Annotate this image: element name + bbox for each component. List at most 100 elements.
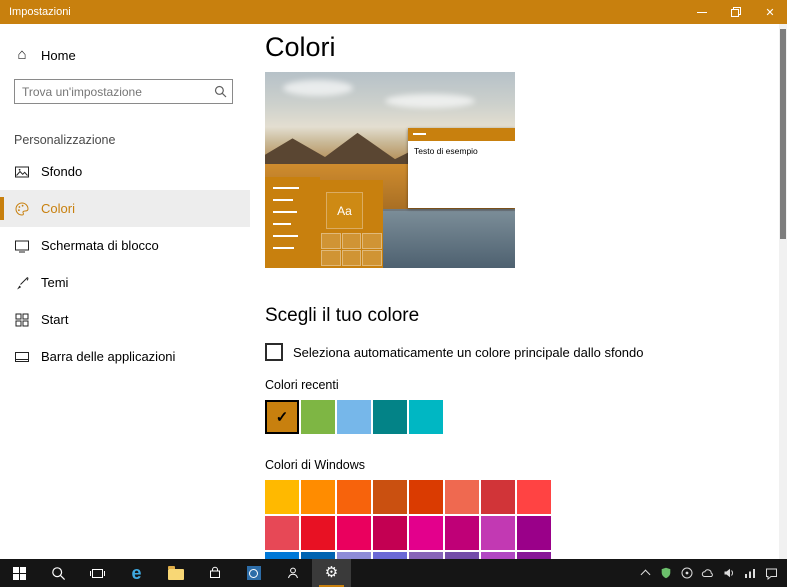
settings-button[interactable]: ⚙ [312,559,351,587]
defender-tray-icon[interactable] [659,566,673,580]
windows-color-swatch-1-4[interactable] [409,516,443,550]
task-view-button[interactable] [78,559,117,587]
network-tray-icon[interactable] [743,566,757,580]
taskbar-icon [14,349,30,365]
windows-color-swatch-1-2[interactable] [337,516,371,550]
lock-screen-icon [14,238,30,254]
home-label: Home [41,47,76,63]
people-button[interactable] [273,559,312,587]
sidebar-item-temi[interactable]: Temi [0,264,250,301]
start-button[interactable] [0,559,39,587]
minimize-button[interactable] [685,0,719,24]
titlebar: Impostazioni ✕ [0,0,787,24]
close-button[interactable]: ✕ [753,0,787,24]
choose-color-heading: Scegli il tuo colore [265,305,420,326]
windows-color-swatch-0-0[interactable] [265,480,299,514]
file-explorer-button[interactable] [156,559,195,587]
sidebar-item-label: Colori [41,201,75,216]
windows-color-swatch-1-3[interactable] [373,516,407,550]
auto-color-row: Seleziona automaticamente un colore prin… [265,343,787,361]
window-controls: ✕ [685,0,787,24]
recent-color-swatch-4[interactable] [409,400,443,434]
sidebar-item-sfondo[interactable]: Sfondo [0,153,250,190]
windows-color-swatch-0-5[interactable] [445,480,479,514]
recent-color-swatch-3[interactable] [373,400,407,434]
onedrive-tray-icon[interactable] [701,566,715,580]
sidebar-item-label: Barra delle applicazioni [41,349,176,364]
windows-color-swatch-2-3[interactable] [373,552,407,559]
sidebar-item-label: Sfondo [41,164,83,179]
windows-color-swatch-2-7[interactable] [517,552,551,559]
recent-colors-row: ✓ [265,400,787,434]
info-tray-icon[interactable] [680,566,694,580]
preview-start-menu [265,177,320,268]
windows-color-swatch-1-0[interactable] [265,516,299,550]
windows-colors-label: Colori di Windows [265,458,366,472]
sidebar-item-schermata-di-blocco[interactable]: Schermata di blocco [0,227,250,264]
windows-color-swatch-0-4[interactable] [409,480,443,514]
windows-color-swatch-0-2[interactable] [337,480,371,514]
sidebar-item-barra-applicazioni[interactable]: Barra delle applicazioni [0,338,250,375]
recent-color-swatch-0[interactable]: ✓ [265,400,299,434]
windows-color-swatch-2-2[interactable] [337,552,371,559]
file-explorer-icon [167,566,184,580]
windows-logo-icon [13,566,26,580]
windows-color-swatch-1-5[interactable] [445,516,479,550]
sidebar-item-start[interactable]: Start [0,301,250,338]
windows-color-swatch-1-7[interactable] [517,516,551,550]
people-icon [287,567,298,579]
page-title: Colori [265,32,336,62]
windows-colors-grid [265,480,787,559]
sidebar-item-label: Temi [41,275,69,290]
preview-sample-text: Testo di esempio [414,146,478,156]
preview-sample-window: Testo di esempio [408,128,515,208]
windows-color-swatch-2-6[interactable] [481,552,515,559]
windows-color-swatch-2-1[interactable] [301,552,335,559]
search-box [14,79,233,104]
task-view-icon [90,568,105,578]
settings-window: Impostazioni ✕ ⌂ Home Personalizzazione [0,0,787,587]
auto-color-label: Seleziona automaticamente un colore prin… [293,344,644,360]
search-input[interactable] [15,84,210,99]
themes-icon [14,275,30,291]
windows-color-swatch-0-6[interactable] [481,480,515,514]
windows-color-swatch-2-5[interactable] [445,552,479,559]
windows-color-swatch-2-0[interactable] [265,552,299,559]
photos-icon [246,566,261,580]
sidebar-section-label: Personalizzazione [14,133,116,147]
edge-button[interactable]: e [117,559,156,587]
windows-color-swatch-0-3[interactable] [373,480,407,514]
windows-color-swatch-2-4[interactable] [409,552,443,559]
windows-color-swatch-1-6[interactable] [481,516,515,550]
sidebar-item-home[interactable]: ⌂ Home [0,37,250,73]
system-tray [638,559,787,587]
preview-small-tiles [321,233,382,267]
hidden-icons-chevron[interactable] [638,566,652,580]
preview-sample-titlebar [408,128,515,141]
windows-color-swatch-0-1[interactable] [301,480,335,514]
windows-color-swatch-0-7[interactable] [517,480,551,514]
main-content: Colori Aa Testo di esempio Scegli il tuo… [250,24,787,559]
search-icon[interactable] [210,85,230,98]
scrollbar-thumb[interactable] [780,29,786,239]
sidebar-item-colori[interactable]: Colori [0,190,250,227]
preview-aa-tile: Aa [327,193,362,228]
taskbar-search-button[interactable] [39,559,78,587]
selected-accent-bar [0,197,4,220]
recent-color-swatch-1[interactable] [301,400,335,434]
recent-color-swatch-2[interactable] [337,400,371,434]
volume-tray-icon[interactable] [722,566,736,580]
windows-color-swatch-1-1[interactable] [301,516,335,550]
restore-button[interactable] [719,0,753,24]
palette-icon [14,201,30,217]
auto-color-checkbox[interactable] [265,343,283,361]
scrollbar-track[interactable] [779,24,787,559]
recent-colors-label: Colori recenti [265,378,339,392]
window-title: Impostazioni [9,6,71,18]
color-preview: Aa Testo di esempio [265,72,515,268]
store-button[interactable] [195,559,234,587]
photos-button[interactable] [234,559,273,587]
action-center-icon[interactable] [764,566,778,580]
cloud-shape [385,94,475,108]
settings-gear-icon: ⚙ [324,564,339,581]
